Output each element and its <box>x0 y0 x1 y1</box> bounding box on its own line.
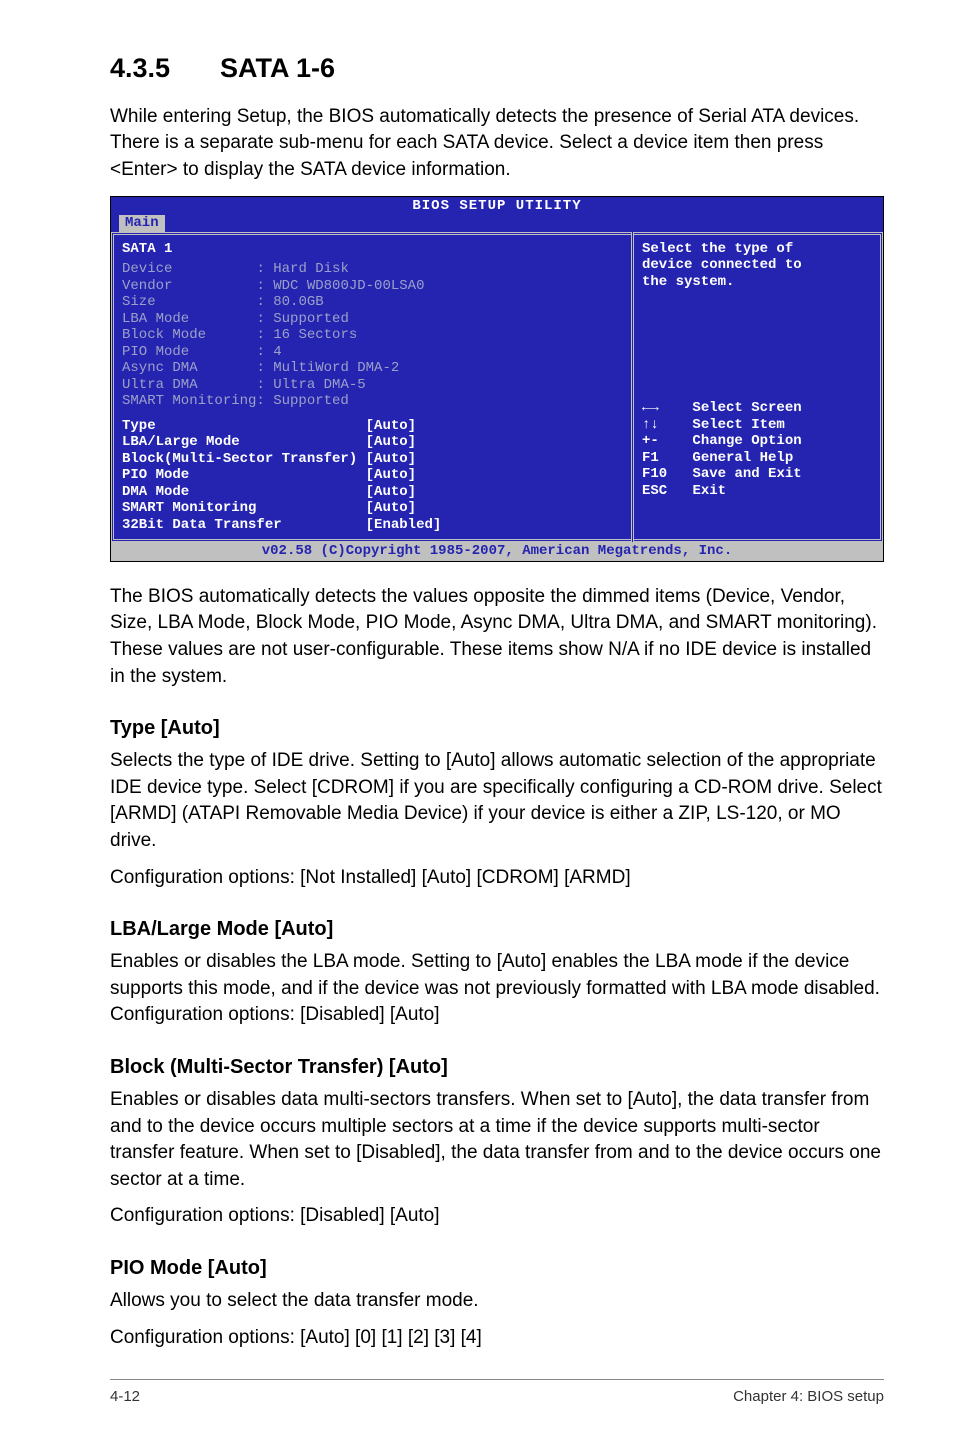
bios-option-row[interactable]: LBA/Large Mode [Auto] <box>122 434 623 451</box>
bios-screenshot: BIOS SETUP UTILITY Main SATA 1 Device : … <box>110 196 884 562</box>
intro-paragraph: While entering Setup, the BIOS automatic… <box>110 104 884 184</box>
bios-option-row[interactable]: 32Bit Data Transfer [Enabled] <box>122 517 623 534</box>
bios-detected-row: PIO Mode : 4 <box>122 344 623 361</box>
page-footer: 4-12 Chapter 4: BIOS setup <box>110 1386 884 1407</box>
bios-hint-row: ESC Exit <box>642 483 872 500</box>
bios-tab-main[interactable]: Main <box>119 215 165 232</box>
bios-key-hints: ←→ Select Screen ↑↓ Select Item +- Chang… <box>642 400 872 499</box>
bios-option-row[interactable]: DMA Mode [Auto] <box>122 484 623 501</box>
footer-page-number: 4-12 <box>110 1386 140 1407</box>
section-heading: 4.3.5SATA 1-6 <box>110 50 884 88</box>
post-bios-paragraph: The BIOS automatically detects the value… <box>110 584 884 690</box>
bios-detected-row: SMART Monitoring: Supported <box>122 393 623 410</box>
body-paragraph: Configuration options: [Disabled] [Auto] <box>110 1203 884 1230</box>
bios-hint-row: +- Change Option <box>642 433 872 450</box>
body-paragraph: Configuration options: [Not Installed] [… <box>110 865 884 892</box>
bios-hint-row: ←→ Select Screen <box>642 400 872 417</box>
bios-options-block: Type [Auto] LBA/Large Mode [Auto] Block(… <box>122 418 623 534</box>
bios-detected-row: Device : Hard Disk <box>122 261 623 278</box>
bios-option-row[interactable]: SMART Monitoring [Auto] <box>122 500 623 517</box>
section-number: 4.3.5 <box>110 50 220 88</box>
bios-option-row[interactable]: PIO Mode [Auto] <box>122 467 623 484</box>
bios-hint-row: F10 Save and Exit <box>642 466 872 483</box>
footer-rule <box>110 1379 884 1380</box>
subsection-heading-block: Block (Multi-Sector Transfer) [Auto] <box>110 1053 884 1081</box>
bios-help-text: Select the type of device connected to t… <box>642 241 872 291</box>
page: 4.3.5SATA 1-6 While entering Setup, the … <box>0 0 954 1438</box>
bios-sata-heading: SATA 1 <box>122 241 623 258</box>
section-title: SATA 1-6 <box>220 53 335 83</box>
bios-detected-row: Vendor : WDC WD800JD-00LSA0 <box>122 278 623 295</box>
bios-detected-row: Async DMA : MultiWord DMA-2 <box>122 360 623 377</box>
bios-detected-row: Block Mode : 16 Sectors <box>122 327 623 344</box>
body-paragraph: Enables or disables the LBA mode. Settin… <box>110 949 884 1029</box>
bios-hint-row: F1 General Help <box>642 450 872 467</box>
bios-left-pane: SATA 1 Device : Hard Disk Vendor : WDC W… <box>111 232 631 543</box>
subsection-heading-type: Type [Auto] <box>110 714 884 742</box>
bios-copyright: v02.58 (C)Copyright 1985-2007, American … <box>111 542 883 561</box>
body-paragraph: Enables or disables data multi-sectors t… <box>110 1087 884 1193</box>
bios-option-row[interactable]: Type [Auto] <box>122 418 623 435</box>
bios-detected-block: Device : Hard Disk Vendor : WDC WD800JD-… <box>122 261 623 410</box>
bios-detected-row: LBA Mode : Supported <box>122 311 623 328</box>
bios-right-pane: Select the type of device connected to t… <box>634 232 883 543</box>
bios-detected-row: Size : 80.0GB <box>122 294 623 311</box>
subsection-heading-lba: LBA/Large Mode [Auto] <box>110 915 884 943</box>
subsection-heading-pio: PIO Mode [Auto] <box>110 1254 884 1282</box>
bios-hint-row: ↑↓ Select Item <box>642 417 872 434</box>
footer-chapter: Chapter 4: BIOS setup <box>733 1386 884 1407</box>
bios-title: BIOS SETUP UTILITY <box>111 197 883 216</box>
bios-option-row[interactable]: Block(Multi-Sector Transfer) [Auto] <box>122 451 623 468</box>
bios-tab-bar: Main <box>111 215 883 232</box>
body-paragraph: Configuration options: [Auto] [0] [1] [2… <box>110 1325 884 1352</box>
bios-detected-row: Ultra DMA : Ultra DMA-5 <box>122 377 623 394</box>
body-paragraph: Allows you to select the data transfer m… <box>110 1288 884 1315</box>
body-paragraph: Selects the type of IDE drive. Setting t… <box>110 748 884 854</box>
